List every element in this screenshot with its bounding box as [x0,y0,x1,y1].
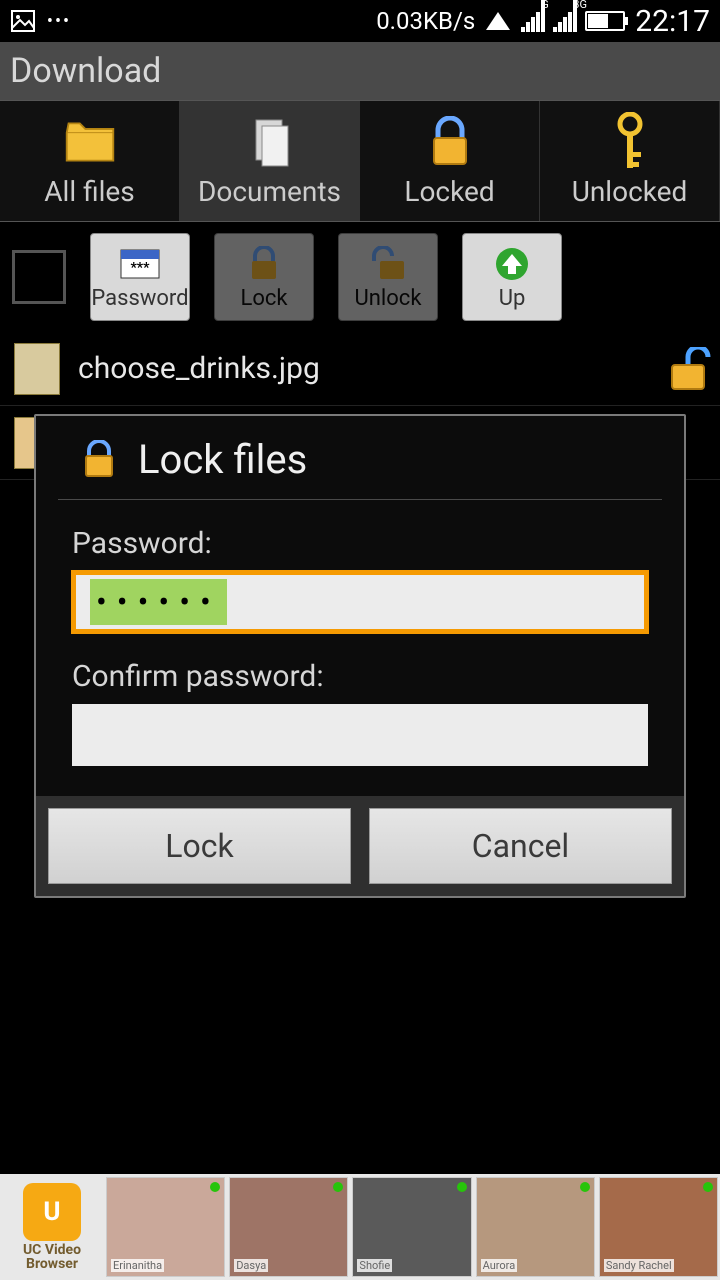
ad-app-name: UC Video Browser [2,1243,102,1271]
password-label: Password: [72,526,648,561]
ad-bar[interactable]: U UC Video Browser Erinanitha Dasya Shof… [0,1174,720,1280]
button-label: Cancel [472,827,569,865]
uc-browser-icon: U [23,1183,81,1241]
dialog-title: Lock files [138,436,307,483]
ad-tile[interactable]: Erinanitha [106,1177,225,1277]
password-value: •••••• [90,579,227,625]
ad-tile[interactable]: Shofie [352,1177,471,1277]
lock-confirm-button[interactable]: Lock [48,808,351,884]
confirm-password-input[interactable] [72,704,648,766]
dialog-overlay: Lock files Password: •••••• Confirm pass… [0,0,720,1280]
lock-files-dialog: Lock files Password: •••••• Confirm pass… [34,414,686,898]
ad-tile[interactable]: Dasya [229,1177,348,1277]
ad-app-badge[interactable]: U UC Video Browser [2,1183,102,1271]
password-input[interactable]: •••••• [72,571,648,633]
lock-icon [82,440,116,480]
ad-tile[interactable]: Aurora [476,1177,595,1277]
confirm-password-label: Confirm password: [72,659,648,694]
button-label: Lock [165,827,233,865]
ad-tile[interactable]: Sandy Rachel [599,1177,718,1277]
cancel-button[interactable]: Cancel [369,808,672,884]
